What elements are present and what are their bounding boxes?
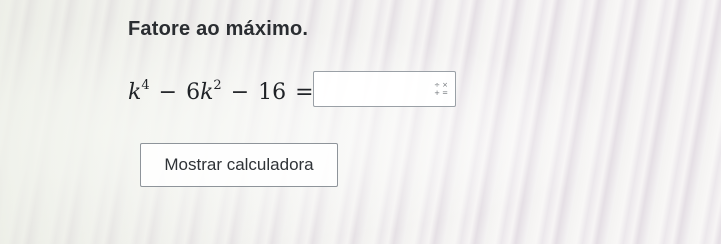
- show-calculator-button[interactable]: Mostrar calculadora: [140, 143, 338, 187]
- exponent-2: 2: [213, 78, 222, 93]
- variable-k: k: [200, 80, 214, 105]
- math-keypad-icon[interactable]: ÷ × + =: [433, 81, 449, 97]
- minus-sign: −: [158, 80, 178, 105]
- answer-input[interactable]: ÷ × + =: [313, 71, 456, 107]
- divide-glyph: ÷: [434, 81, 440, 89]
- constant-16: 16: [258, 80, 287, 105]
- exponent-4: 4: [141, 78, 150, 93]
- equals-sign: =: [295, 80, 314, 105]
- coefficient-6: 6: [186, 80, 201, 105]
- times-glyph: ×: [442, 81, 448, 89]
- equals-glyph: =: [442, 89, 448, 97]
- minus-sign: −: [230, 80, 250, 105]
- variable-k: k: [128, 80, 142, 105]
- question-prompt: Fatore ao máximo.: [128, 18, 309, 40]
- plus-glyph: +: [434, 89, 440, 97]
- equation: k4 − 6k2 − 16 =: [128, 78, 323, 105]
- exercise-area: Fatore ao máximo. k4 − 6k2 − 16 = ÷ × + …: [0, 0, 721, 244]
